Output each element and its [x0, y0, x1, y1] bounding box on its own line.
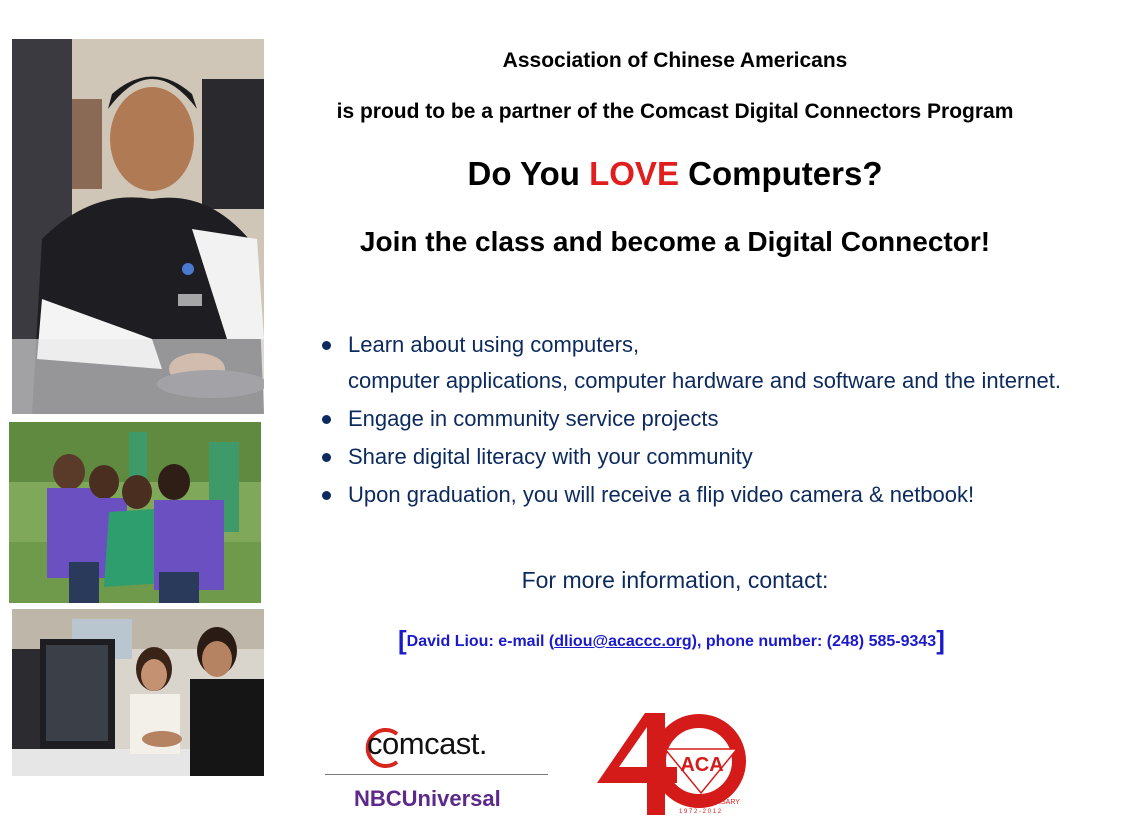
headline-prefix: Do You [467, 155, 590, 192]
anniversary-text: TH ANNIVERSARY [679, 799, 740, 806]
contact-phone: ), phone number: (248) 585-9343 [691, 633, 937, 650]
headline-emphasis: LOVE [589, 155, 679, 192]
benefits-list: Learn about using computers, computer ap… [322, 327, 1062, 515]
nbcuniversal-wordmark: NBCUniversal [354, 786, 501, 811]
list-item-text: Share digital literacy with your communi… [348, 444, 753, 469]
bullet-icon [322, 453, 331, 462]
logo-divider [325, 774, 548, 775]
contact-details: [David Liou: e-mail (dliou@acaccc.org), … [398, 625, 945, 656]
open-bracket: [ [398, 625, 407, 655]
students-outdoor-group-photo [9, 422, 261, 603]
list-item: Engage in community service projects [322, 401, 1062, 437]
anniversary-years: 1 9 7 2 - 2 0 1 2 [679, 809, 722, 815]
bullet-icon [322, 341, 331, 350]
list-item-text-continued: computer applications, computer hardware… [348, 368, 1061, 393]
contact-heading: For more information, contact: [521, 567, 829, 593]
list-item-text: Upon graduation, you will receive a flip… [348, 482, 975, 507]
organization-name: Association of Chinese Americans [502, 49, 848, 72]
list-item-text: Engage in community service projects [348, 406, 719, 431]
headline: Do You LOVE Computers? [290, 155, 1060, 193]
subheadline: Join the class and become a Digital Conn… [359, 226, 991, 257]
list-item: Upon graduation, you will receive a flip… [322, 477, 1062, 513]
bullet-icon [322, 415, 331, 424]
headline-suffix: Computers? [678, 155, 883, 192]
contact-name: David Liou: e-mail ( [406, 633, 555, 650]
list-item: Share digital literacy with your communi… [322, 439, 1062, 475]
comcast-nbcuniversal-logo: comcast. NBCUniversal [325, 722, 549, 814]
close-bracket: ] [936, 625, 945, 655]
list-item-text: Learn about using computers, [348, 332, 640, 357]
email-link[interactable]: dliou@acaccc.org [554, 633, 691, 650]
bullet-icon [322, 491, 331, 500]
students-at-lab-photo [12, 609, 264, 776]
comcast-wordmark: comcast. [367, 726, 488, 761]
aca-40th-anniversary-logo: ACA TH ANNIVERSARY 1 9 7 2 - 2 0 1 2 [597, 713, 746, 815]
partner-statement: is proud to be a partner of the Comcast … [336, 100, 1014, 123]
student-at-computer-photo [12, 39, 264, 414]
list-item: Learn about using computers, computer ap… [322, 327, 1062, 399]
aca-letters: ACA [680, 754, 723, 776]
